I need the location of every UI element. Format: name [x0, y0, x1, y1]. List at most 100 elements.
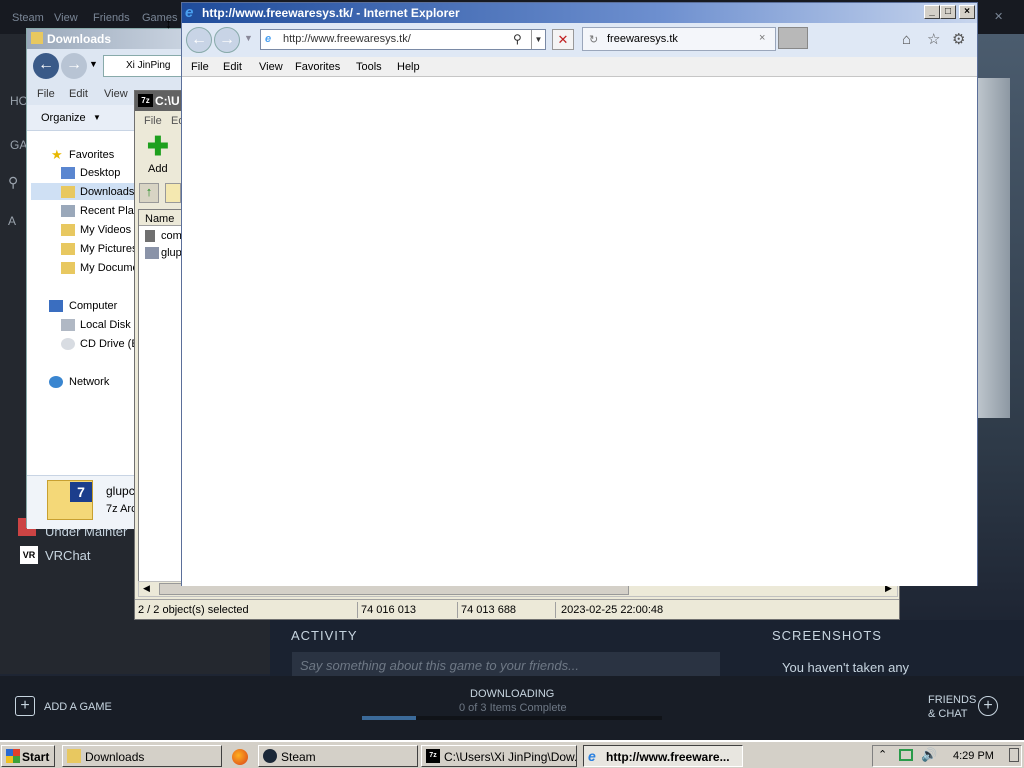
sevenzip-title: C:\U	[155, 94, 180, 108]
detail-file-name: glupc	[106, 484, 135, 498]
taskbar-item-steam[interactable]: Steam	[258, 745, 418, 767]
close-button[interactable]: ×	[959, 5, 975, 19]
explorer-address-bar[interactable]: Xi JinPing	[103, 55, 187, 77]
up-folder-icon[interactable]: ↑	[139, 183, 159, 203]
search-icon[interactable]: ⚲	[8, 174, 18, 191]
archive-file-icon: 7	[47, 480, 93, 520]
steam-nav-games[interactable]: GA	[10, 138, 27, 152]
clock[interactable]: 4:29 PM	[953, 750, 994, 762]
minimize-button[interactable]: _	[924, 5, 940, 19]
steam-menu-view[interactable]: View	[54, 12, 78, 24]
steam-bottom-bar: + ADD A GAME DOWNLOADING 0 of 3 Items Co…	[0, 676, 1024, 740]
start-button[interactable]: Start	[1, 745, 55, 767]
nav-desktop[interactable]: Desktop	[80, 167, 120, 179]
no-screenshots-text: You haven't taken any	[782, 660, 910, 675]
back-arrow-icon[interactable]: ←	[186, 27, 212, 53]
favorites-star-icon[interactable]: ☆	[927, 30, 940, 48]
ie-menu-help[interactable]: Help	[397, 61, 420, 73]
game-list-item[interactable]: VRChat	[45, 548, 91, 563]
history-chevron-icon[interactable]: ▼	[244, 33, 253, 43]
friends-chat-label-2[interactable]: & CHAT	[928, 708, 968, 720]
maximize-button[interactable]: □	[940, 5, 956, 19]
explorer-menu-edit[interactable]: Edit	[69, 88, 88, 100]
search-icon[interactable]: ⚲	[513, 32, 522, 46]
organize-chevron-icon[interactable]: ▼	[93, 113, 101, 122]
history-chevron-icon[interactable]: ▼	[89, 59, 98, 69]
gear-icon[interactable]: ⚙	[952, 30, 965, 48]
scroll-left-icon[interactable]: ◀	[143, 583, 150, 594]
back-arrow-icon[interactable]: ←	[33, 53, 59, 79]
file-row[interactable]: com	[161, 230, 182, 242]
nav-cd-drive[interactable]: CD Drive (E	[80, 338, 139, 350]
friends-chat-label[interactable]: FRIENDS	[928, 694, 976, 706]
ie-title-bar[interactable]: http://www.freewaresys.tk/ - Internet Ex…	[182, 3, 977, 23]
nav-my-documents[interactable]: My Docume	[80, 262, 139, 274]
nav-local-disk[interactable]: Local Disk (	[80, 319, 137, 331]
taskbar-item-ie[interactable]: e http://www.freeware...	[583, 745, 743, 767]
column-header-name-label: Name	[145, 213, 175, 225]
new-tab-button[interactable]	[778, 27, 808, 49]
firefox-icon[interactable]	[232, 749, 248, 765]
address-dropdown-icon[interactable]: ▼	[531, 30, 545, 49]
windows-logo-icon	[6, 749, 20, 763]
add-plus-icon[interactable]: ✚	[147, 133, 169, 159]
sevenzip-menu-file[interactable]: File	[144, 115, 162, 127]
volume-icon[interactable]: 🔊	[921, 747, 937, 763]
network-status-icon[interactable]	[899, 749, 913, 761]
add-game-button[interactable]: ADD A GAME	[44, 701, 112, 713]
ie-menu-edit[interactable]: Edit	[223, 61, 242, 73]
explorer-menu-file[interactable]: File	[37, 88, 55, 100]
steam-close-icon[interactable]: ✕	[994, 10, 1003, 23]
ie-address-bar[interactable]: e http://www.freewaresys.tk/ ⚲ ▼	[260, 29, 546, 50]
organize-button[interactable]: Organize	[41, 112, 86, 124]
ie-menu-tools[interactable]: Tools	[356, 61, 382, 73]
nav-downloads[interactable]: Downloads	[80, 186, 134, 198]
ie-tab[interactable]: ↻ freewaresys.tk ×	[582, 27, 776, 51]
ie-page-content[interactable]	[182, 78, 977, 586]
taskbar-item-label: http://www.freeware...	[606, 750, 730, 764]
status-divider	[357, 602, 358, 618]
tab-close-icon[interactable]: ×	[759, 32, 765, 44]
start-label: Start	[22, 750, 50, 764]
nav-favorites[interactable]: Favorites	[69, 149, 114, 161]
nav-recent-places[interactable]: Recent Plac	[80, 205, 139, 217]
explorer-title-bar[interactable]: Downloads	[27, 29, 185, 49]
steam-nav-all[interactable]: A	[8, 214, 16, 228]
activity-input[interactable]: Say something about this game to your fr…	[292, 652, 720, 676]
steam-menu-games[interactable]: Games	[142, 12, 177, 24]
cd-drive-icon	[61, 338, 75, 350]
network-icon	[49, 376, 63, 388]
ie-menu-favorites[interactable]: Favorites	[295, 61, 340, 73]
ie-navigation-bar: ← → ▼ e http://www.freewaresys.tk/ ⚲ ▼ ✕…	[182, 23, 977, 57]
stop-icon[interactable]: ✕	[552, 29, 574, 50]
download-progress-fill	[362, 716, 416, 720]
explorer-menu-view[interactable]: View	[104, 88, 128, 100]
add-button[interactable]: Add	[148, 163, 168, 175]
forward-arrow-icon[interactable]: →	[214, 27, 240, 53]
column-header-name[interactable]: Name	[139, 210, 181, 226]
ie-menu-view[interactable]: View	[259, 61, 283, 73]
status-selected: 2 / 2 object(s) selected	[138, 604, 249, 616]
steam-menu-steam[interactable]: Steam	[12, 12, 44, 24]
forward-arrow-icon[interactable]: →	[61, 53, 87, 79]
videos-folder-icon	[61, 224, 75, 236]
nav-network[interactable]: Network	[69, 376, 109, 388]
local-disk-icon	[61, 319, 75, 331]
nav-my-pictures[interactable]: My Pictures	[80, 243, 137, 255]
taskbar-item-sevenzip[interactable]: 7z C:\Users\Xi JinPing\Dow...	[421, 745, 577, 767]
taskbar-item-downloads[interactable]: Downloads	[62, 745, 222, 767]
show-desktop-icon[interactable]	[1009, 748, 1019, 762]
friends-add-icon[interactable]: +	[978, 696, 998, 716]
sevenzip-status-bar: 2 / 2 object(s) selected 74 016 013 74 0…	[135, 599, 899, 619]
nav-computer[interactable]: Computer	[69, 300, 117, 312]
home-icon[interactable]: ⌂	[902, 31, 911, 48]
path-folder-icon[interactable]	[165, 183, 181, 203]
file-row[interactable]: glup	[161, 247, 182, 259]
pictures-folder-icon	[61, 243, 75, 255]
tray-expand-icon[interactable]: ⌃	[878, 748, 887, 761]
nav-my-videos[interactable]: My Videos	[80, 224, 131, 236]
add-game-plus-icon[interactable]: +	[15, 696, 35, 716]
steam-menu-friends[interactable]: Friends	[93, 12, 130, 24]
ie-menu-file[interactable]: File	[191, 61, 209, 73]
downloading-label[interactable]: DOWNLOADING	[470, 688, 554, 700]
